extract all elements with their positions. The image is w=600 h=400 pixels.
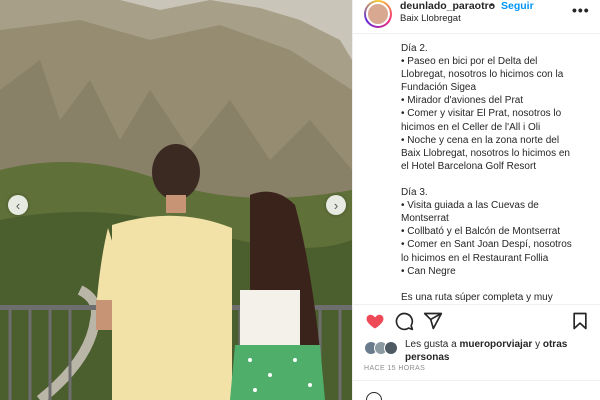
post-panel: deunlado_paraotro • Seguir Baix Llobrega… — [352, 0, 600, 400]
post-caption: Día 2. • Paseo en bici por el Delta del … — [401, 42, 596, 302]
avatar[interactable] — [364, 0, 392, 28]
caption-line: Es una ruta súper completa y muy — [401, 291, 553, 302]
caption-line: Llobregat, nosotros lo hicimos con la — [401, 69, 564, 81]
caption-line — [401, 278, 596, 291]
post-header: deunlado_paraotro • Seguir Baix Llobrega… — [353, 0, 600, 32]
bookmark-icon[interactable] — [569, 310, 591, 332]
comment-divider — [353, 380, 600, 381]
avatar — [384, 341, 398, 355]
comment-icon[interactable] — [393, 310, 415, 332]
share-icon[interactable] — [422, 310, 444, 332]
caption-line: lo hicimos en el Restaurant Follia — [401, 252, 549, 264]
heart-icon[interactable] — [364, 310, 386, 332]
caption-line — [401, 173, 596, 186]
photo-scene — [0, 0, 352, 400]
likes-text: Les gusta a mueroporviajar y otras perso… — [405, 338, 595, 364]
username-link[interactable]: deunlado_paraotro — [400, 0, 495, 12]
more-icon[interactable]: ••• — [572, 2, 590, 18]
caption-line: Día 2. — [401, 43, 428, 54]
caption-line: Fundación Sigea — [401, 82, 477, 94]
location-link[interactable]: Baix Llobregat — [400, 13, 461, 24]
liker-username-link[interactable]: mueroporviajar — [459, 339, 532, 350]
likes-summary: Les gusta a mueroporviajar y otras perso… — [364, 337, 594, 365]
caption-line: Montserrat — [401, 213, 449, 225]
post-timestamp[interactable]: HACE 15 HORAS — [364, 365, 425, 372]
caption-line: • Paseo en bici por el Delta del — [401, 56, 538, 68]
caption-line: • Collbató y el Balcón de Montserrat — [401, 226, 561, 238]
actions-divider — [353, 304, 600, 305]
likes-middle: y — [532, 339, 543, 350]
caption-line: • Noche y cena en la zona norte del — [401, 134, 560, 146]
header-divider — [353, 33, 600, 34]
chevron-right-icon[interactable]: › — [326, 195, 346, 215]
emoji-icon[interactable] — [366, 392, 382, 400]
caption-line: hicimos en el Celler de l'All i Oli — [401, 121, 541, 133]
post-photo[interactable]: ‹ › — [0, 0, 352, 400]
caption-line: • Visita guiada a las Cuevas de — [401, 200, 539, 212]
follow-button[interactable]: Seguir — [501, 0, 534, 12]
caption-line: Baix Llobregat, nosotros lo hicimos en — [401, 147, 570, 159]
caption-line: Día 3. — [401, 187, 428, 199]
liker-avatars[interactable] — [364, 341, 402, 355]
separator-dot: • — [490, 0, 494, 11]
caption-line: • Comer en Sant Joan Despí, nosotros — [401, 239, 572, 251]
caption-line: • Can Negre — [401, 265, 456, 277]
caption-line: el Hotel Barcelona Golf Resort — [401, 160, 537, 172]
chevron-left-icon[interactable]: ‹ — [8, 195, 28, 215]
caption-line: • Comer y visitar El Prat, nosotros lo — [401, 108, 562, 120]
action-bar — [353, 310, 600, 334]
caption-line: • Mirador d'aviones del Prat — [401, 95, 524, 107]
likes-prefix: Les gusta a — [405, 339, 460, 350]
